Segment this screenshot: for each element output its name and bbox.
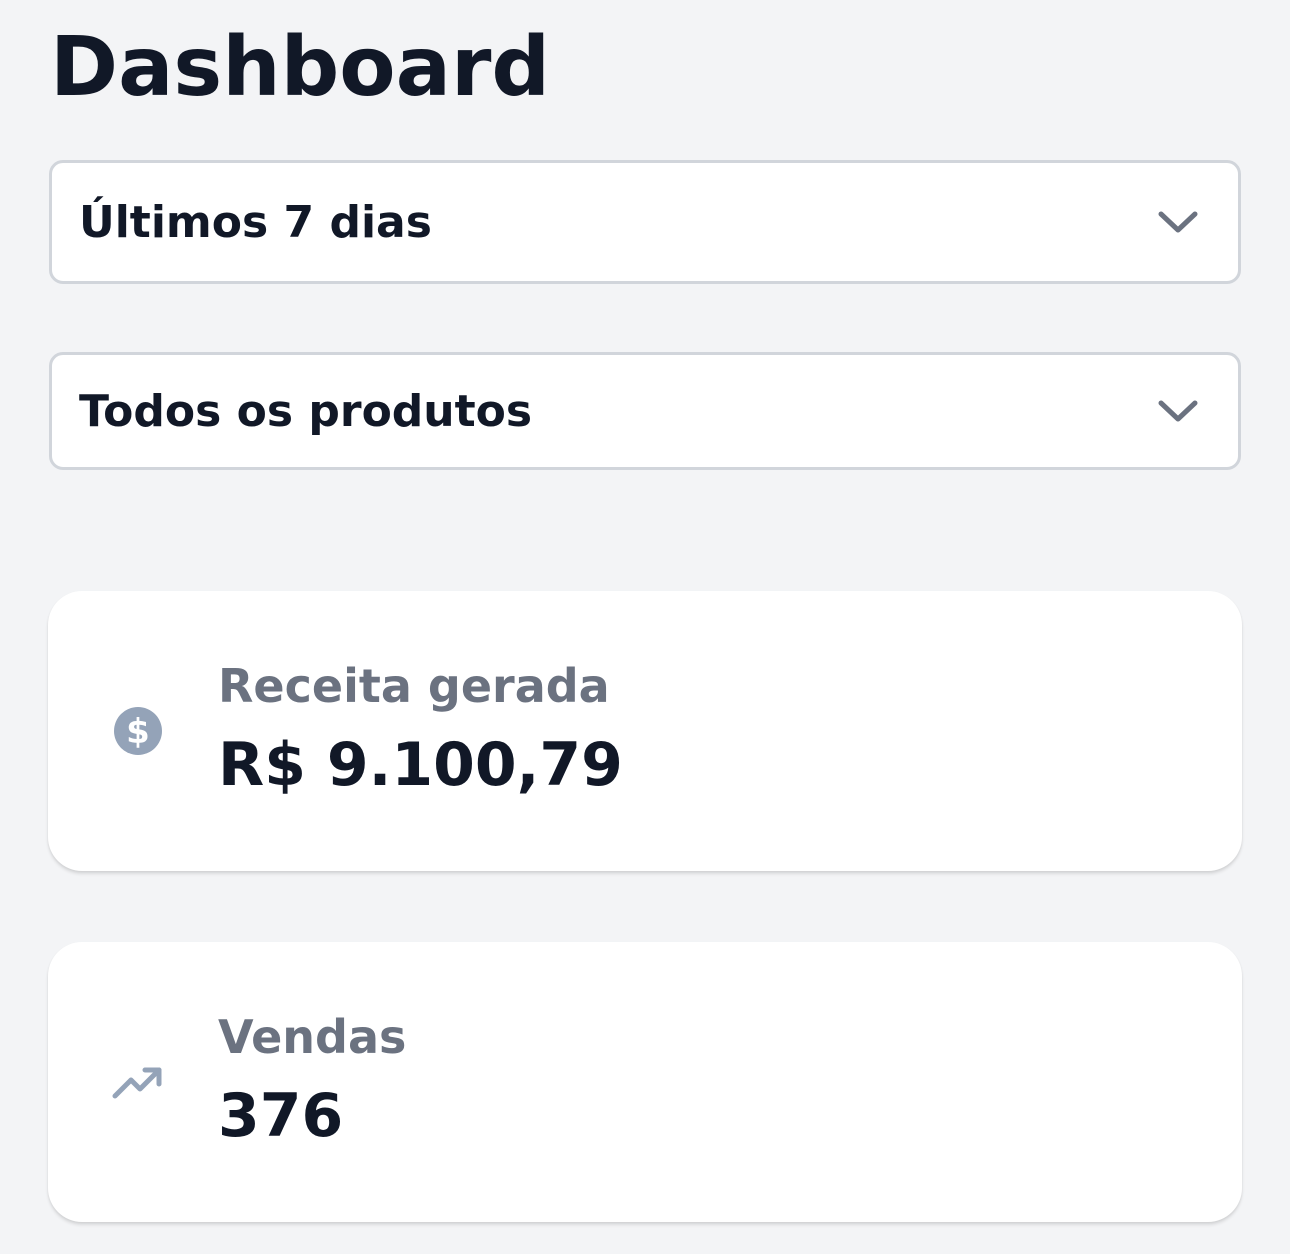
dollar-circle-icon: $ bbox=[114, 707, 162, 755]
trending-up-icon bbox=[112, 1067, 162, 1099]
period-select[interactable]: Últimos 7 dias bbox=[49, 160, 1241, 284]
revenue-card: $ Receita gerada R$ 9.100,79 bbox=[48, 591, 1242, 871]
revenue-value: R$ 9.100,79 bbox=[218, 730, 623, 800]
sales-card: Vendas 376 bbox=[48, 942, 1242, 1222]
page-title: Dashboard bbox=[50, 20, 551, 115]
sales-value: 376 bbox=[218, 1081, 344, 1151]
revenue-label: Receita gerada bbox=[218, 659, 610, 713]
sales-label: Vendas bbox=[218, 1010, 407, 1064]
dashboard-page: Dashboard Últimos 7 dias Todos os produt… bbox=[0, 0, 1290, 1254]
chevron-down-icon bbox=[1158, 400, 1198, 422]
product-select[interactable]: Todos os produtos bbox=[49, 352, 1241, 470]
period-select-value: Últimos 7 dias bbox=[79, 196, 432, 248]
chevron-down-icon bbox=[1158, 211, 1198, 233]
product-select-value: Todos os produtos bbox=[79, 385, 533, 437]
svg-text:$: $ bbox=[126, 712, 150, 752]
